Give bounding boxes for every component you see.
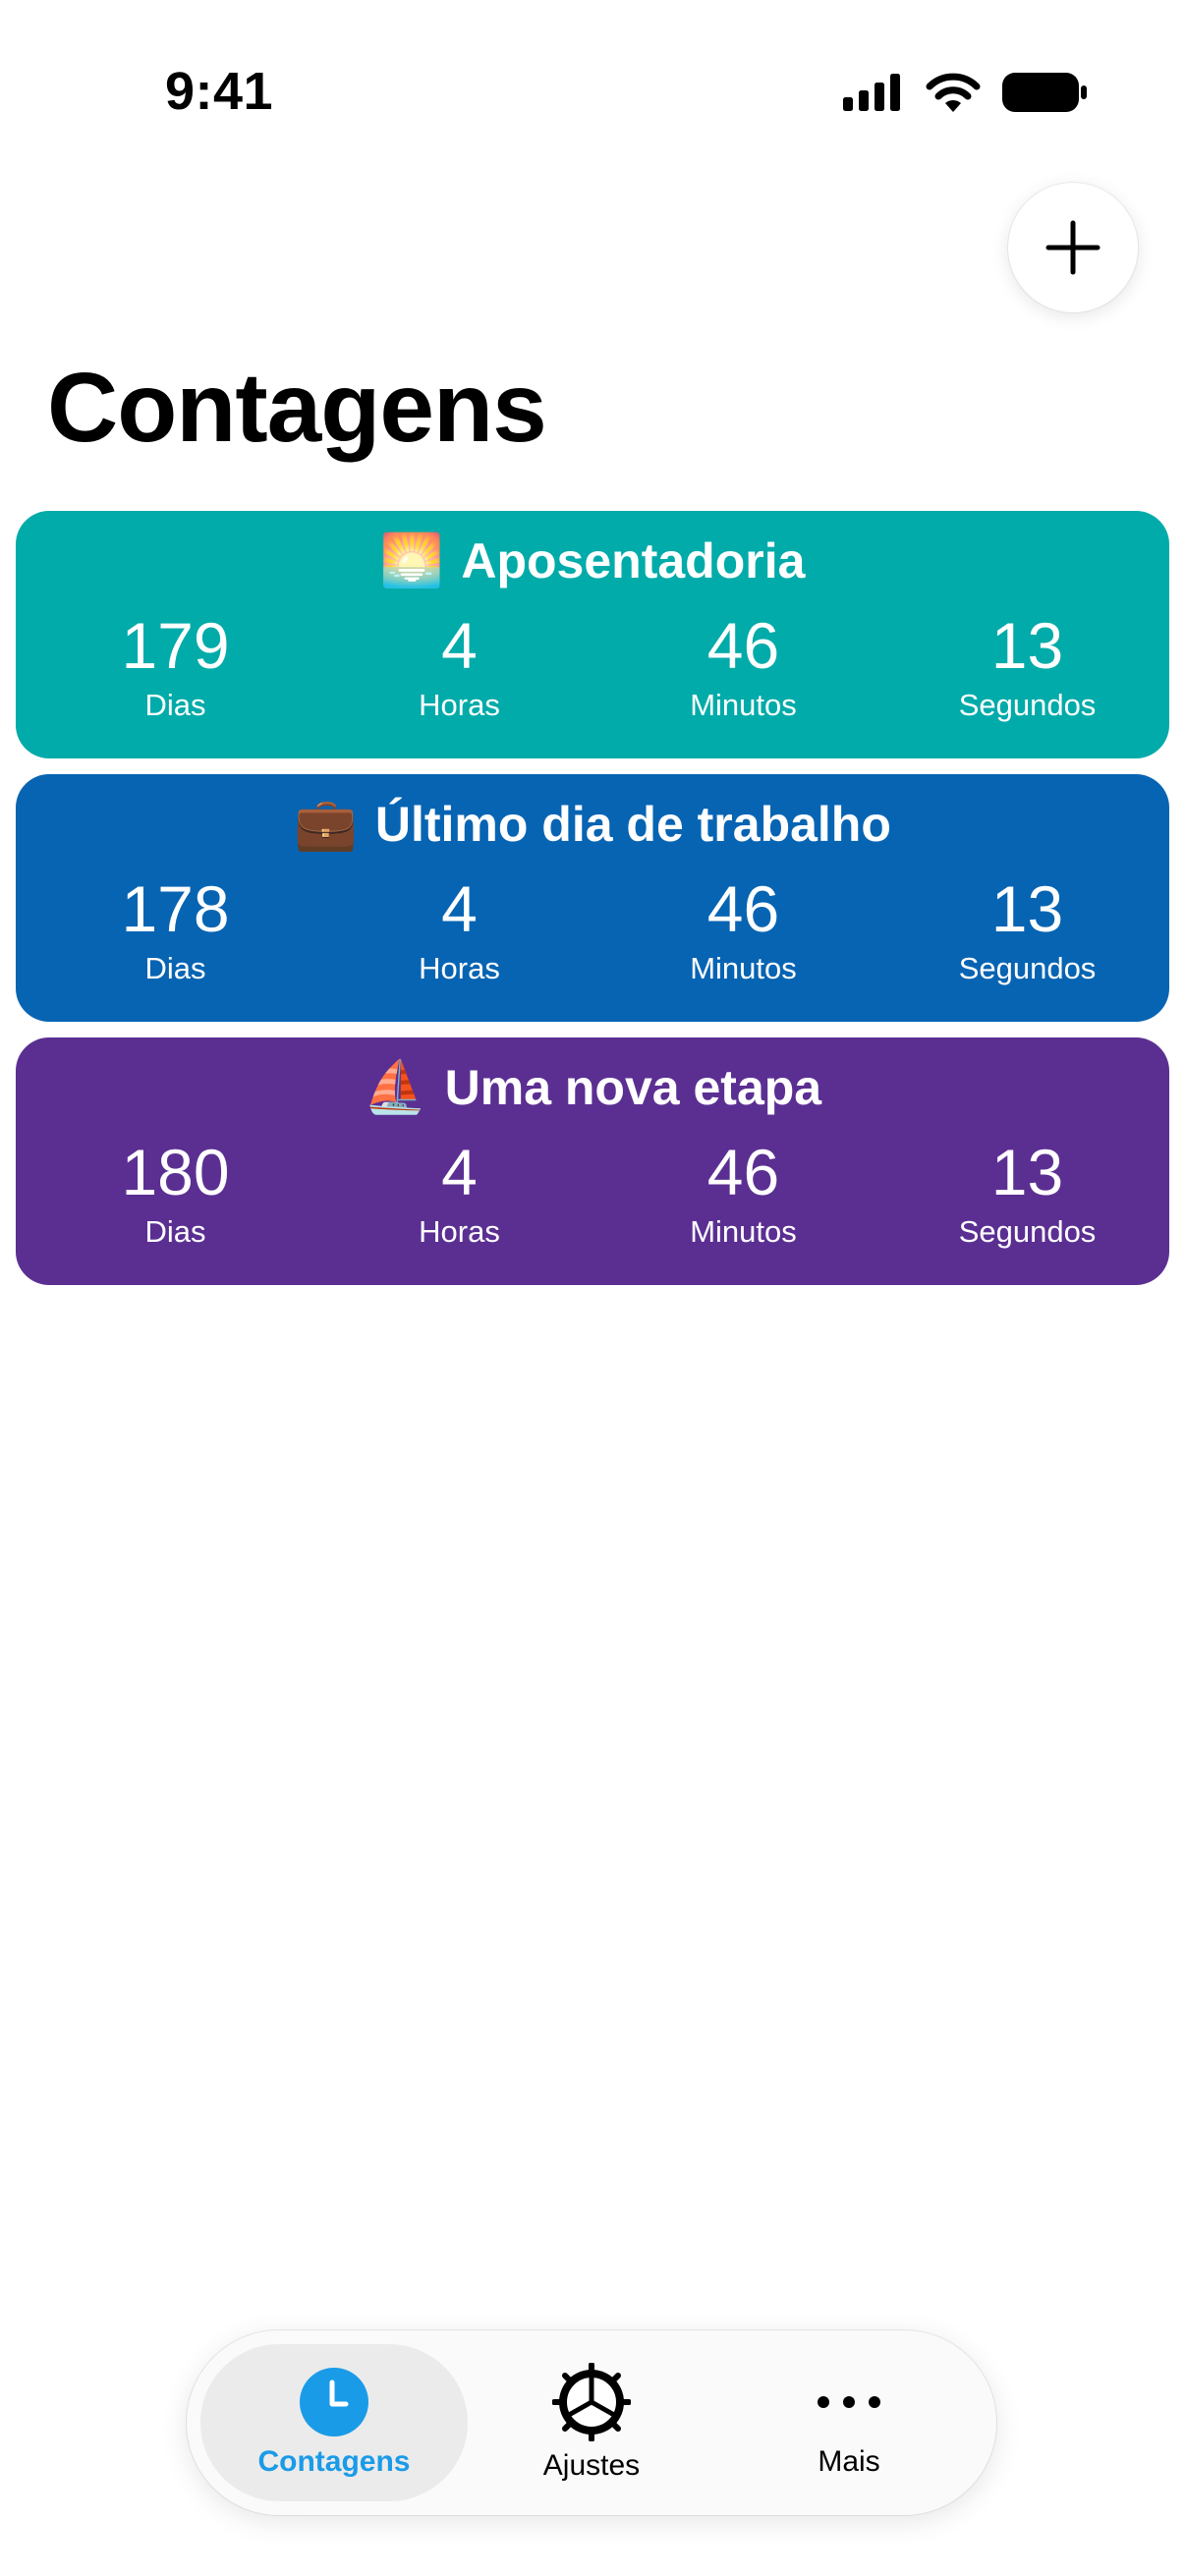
countdown-title: 🌅 Aposentadoria [16, 531, 1169, 590]
unit-minutes: 46 Minutos [601, 1140, 885, 1250]
countdown-units: 179 Dias 4 Horas 46 Minutos 13 Segundos [16, 613, 1169, 723]
status-time: 9:41 [165, 62, 274, 121]
tab-bar: Contagens Ajustes Mais [187, 2330, 996, 2515]
unit-label: Segundos [958, 688, 1097, 722]
tab-contagens[interactable]: Contagens [200, 2344, 468, 2501]
cellular-signal-icon [843, 74, 900, 111]
plus-icon [1045, 220, 1100, 275]
unit-label: Minutos [690, 1214, 797, 1249]
countdown-units: 178 Dias 4 Horas 46 Minutos 13 Segundos [16, 876, 1169, 986]
unit-days: 180 Dias [16, 1140, 317, 1250]
countdown-title-text: Último dia de trabalho [374, 796, 891, 852]
sailboat-icon: ⛵ [363, 1059, 427, 1116]
unit-value: 179 [121, 609, 230, 682]
tab-ajustes[interactable]: Ajustes [458, 2344, 725, 2501]
countdown-title-text: Uma nova etapa [444, 1059, 822, 1115]
unit-hours: 4 Horas [317, 876, 601, 986]
unit-value: 13 [990, 872, 1064, 945]
tab-mais[interactable]: Mais [715, 2344, 983, 2501]
unit-value: 46 [706, 1136, 780, 1208]
ellipsis-icon [818, 2396, 880, 2408]
countdown-title: 💼 Último dia de trabalho [16, 794, 1169, 854]
countdown-card-ultimo-dia[interactable]: 💼 Último dia de trabalho 178 Dias 4 Horas … [16, 774, 1169, 1022]
wifi-icon [926, 73, 981, 112]
unit-label: Segundos [958, 951, 1097, 985]
tab-label: Mais [818, 2445, 880, 2478]
countdown-card-nova-etapa[interactable]: ⛵ Uma nova etapa 180 Dias 4 Horas 46 Minuto… [16, 1037, 1169, 1285]
countdown-title: ⛵ Uma nova etapa [16, 1057, 1169, 1117]
unit-label: Minutos [690, 951, 797, 985]
unit-seconds: 13 Segundos [885, 613, 1169, 723]
gear-icon [552, 2363, 631, 2441]
unit-value: 180 [121, 1136, 230, 1208]
countdown-title-text: Aposentadoria [461, 532, 806, 588]
unit-seconds: 13 Segundos [885, 876, 1169, 986]
unit-label: Horas [419, 951, 500, 985]
unit-label: Dias [144, 688, 206, 722]
unit-minutes: 46 Minutos [601, 613, 885, 723]
unit-days: 179 Dias [16, 613, 317, 723]
unit-label: Horas [419, 688, 500, 722]
unit-value: 13 [990, 609, 1064, 682]
unit-days: 178 Dias [16, 876, 317, 986]
page-title: Contagens [47, 353, 547, 463]
tab-label: Ajustes [542, 2449, 641, 2482]
unit-value: 4 [441, 872, 478, 945]
unit-hours: 4 Horas [317, 613, 601, 723]
unit-value: 4 [441, 1136, 478, 1208]
sunrise-icon: 🌅 [379, 532, 444, 589]
countdown-card-aposentadoria[interactable]: 🌅 Aposentadoria 179 Dias 4 Horas 46 Minutos… [16, 511, 1169, 758]
unit-label: Segundos [958, 1214, 1097, 1249]
unit-value: 13 [990, 1136, 1064, 1208]
unit-hours: 4 Horas [317, 1140, 601, 1250]
status-icons [843, 73, 1087, 112]
tab-label: Contagens [257, 2445, 411, 2478]
countdown-units: 180 Dias 4 Horas 46 Minutos 13 Segundos [16, 1140, 1169, 1250]
add-countdown-button[interactable] [1008, 183, 1138, 312]
unit-label: Dias [144, 951, 206, 985]
unit-seconds: 13 Segundos [885, 1140, 1169, 1250]
clock-icon [300, 2368, 368, 2436]
battery-icon [1002, 73, 1087, 112]
briefcase-icon: 💼 [294, 796, 358, 853]
unit-value: 178 [121, 872, 230, 945]
unit-label: Minutos [690, 688, 797, 722]
unit-label: Horas [419, 1214, 500, 1249]
unit-value: 4 [441, 609, 478, 682]
unit-value: 46 [706, 609, 780, 682]
unit-label: Dias [144, 1214, 206, 1249]
status-bar: 9:41 [0, 0, 1185, 187]
unit-value: 46 [706, 872, 780, 945]
countdown-list: 🌅 Aposentadoria 179 Dias 4 Horas 46 Minutos… [16, 511, 1169, 1301]
unit-minutes: 46 Minutos [601, 876, 885, 986]
